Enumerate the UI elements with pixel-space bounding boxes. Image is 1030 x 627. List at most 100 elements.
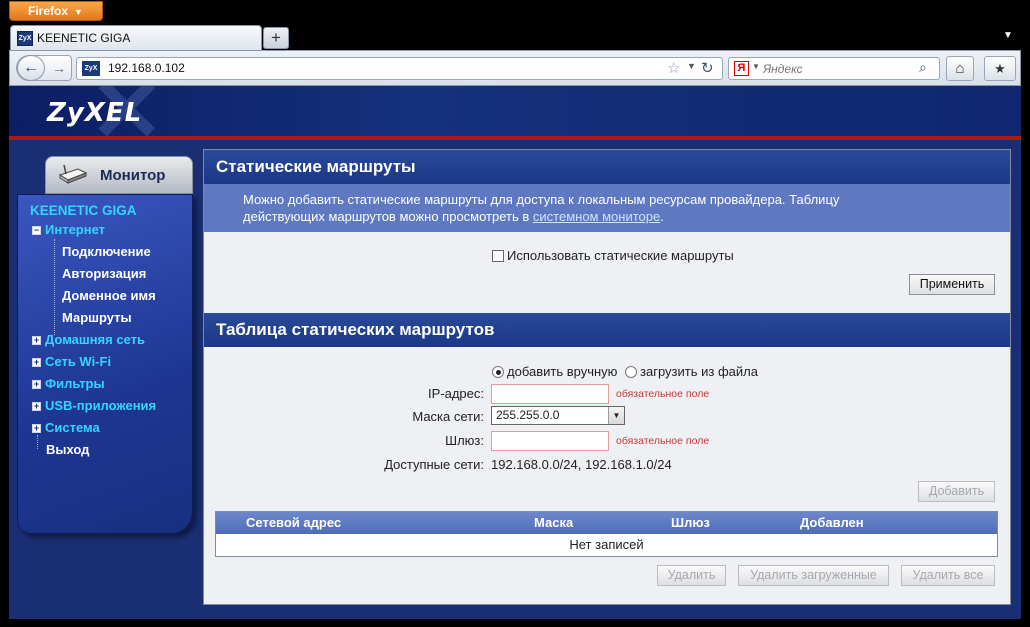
sidebar-item-label: Домашняя сеть — [45, 332, 145, 347]
firefox-menu-label: Firefox — [28, 4, 69, 18]
info-text: действующих маршрутов можно просмотреть … — [243, 209, 533, 224]
subnet-mask-label: Маска сети: — [412, 409, 484, 424]
expand-icon[interactable]: + — [32, 336, 41, 345]
sidebar-item-label: Фильтры — [45, 376, 105, 391]
search-input[interactable] — [763, 60, 913, 77]
star-icon[interactable]: ☆ — [667, 59, 680, 77]
sidebar-item-wifi[interactable]: + Сеть Wi-Fi — [32, 354, 111, 369]
sidebar: KEENETIC GIGA − Интернет Подключение Авто… — [17, 194, 193, 534]
reload-icon[interactable]: ↻ — [701, 58, 714, 79]
subnet-mask-select[interactable]: 255.255.0.0 ▼ — [491, 406, 625, 425]
table-header: Сетевой адрес Маска Шлюз Добавлен — [216, 512, 997, 534]
chevron-down-icon: ▼ — [74, 7, 83, 17]
static-routes-info: Можно добавить статические маршруты для … — [204, 184, 1010, 232]
url-text[interactable]: 192.168.0.102 — [108, 58, 185, 79]
sidebar-item-internet[interactable]: − Интернет — [32, 222, 105, 237]
favicon: ZyX — [17, 31, 33, 46]
radio-file[interactable]: загрузить из файла — [625, 364, 758, 379]
sidebar-item-filters[interactable]: + Фильтры — [32, 376, 105, 391]
sidebar-item-home-network[interactable]: + Домашняя сеть — [32, 332, 145, 347]
apply-button[interactable]: Применить — [909, 274, 995, 295]
expand-icon[interactable]: + — [32, 402, 41, 411]
radio-manual[interactable]: добавить вручную — [492, 364, 617, 379]
chevron-down-icon[interactable]: ▼ — [608, 407, 624, 424]
sidebar-item-connection[interactable]: Подключение — [62, 244, 151, 259]
radio-manual-label[interactable]: добавить вручную — [507, 364, 617, 379]
section-title-static-routes: Статические маршруты — [204, 150, 1010, 184]
radio-file-button[interactable] — [625, 366, 638, 378]
monitor-tab-label: Монитор — [100, 167, 166, 184]
expand-icon[interactable]: + — [32, 424, 41, 433]
search-bar[interactable]: Я ▼ ⌕ — [728, 57, 940, 80]
use-static-routes-checkbox[interactable] — [492, 250, 504, 262]
gateway-label: Шлюз: — [445, 433, 484, 448]
bookmarks-icon[interactable]: ★ — [984, 56, 1016, 81]
tab-title: KEENETIC GIGA — [37, 31, 131, 45]
tree-connector — [37, 435, 38, 449]
main-content: Статические маршруты Можно добавить стат… — [203, 149, 1011, 605]
url-bar[interactable]: ZyX 192.168.0.102 ☆ ▼ ↻ — [76, 57, 723, 80]
yandex-icon[interactable]: Я — [734, 61, 749, 76]
tree-connector — [54, 239, 55, 335]
radio-file-label[interactable]: загрузить из файла — [640, 364, 758, 379]
gateway-input[interactable] — [491, 431, 609, 451]
sidebar-item-usb-apps[interactable]: + USB-приложения — [32, 398, 156, 413]
sidebar-item-label: Интернет — [45, 222, 106, 237]
available-networks-label: Доступные сети: — [384, 457, 484, 472]
delete-button[interactable]: Удалить — [657, 565, 726, 586]
table-empty-row: Нет записей — [569, 537, 644, 552]
monitor-tab[interactable]: Монитор — [45, 156, 193, 194]
gateway-required-hint: обязательное поле — [616, 435, 710, 447]
routes-table: Сетевой адрес Маска Шлюз Добавлен Нет за… — [215, 511, 998, 557]
radio-manual-button[interactable] — [492, 366, 504, 378]
expand-icon[interactable]: + — [32, 380, 41, 389]
ip-address-input[interactable] — [491, 384, 609, 404]
sidebar-item-routes[interactable]: Маршруты — [62, 310, 132, 325]
sidebar-item-authorization[interactable]: Авторизация — [62, 266, 146, 281]
tabs-list-icon[interactable]: ▼ — [1000, 28, 1016, 44]
browser-tab[interactable]: ZyX KEENETIC GIGA — [10, 25, 262, 51]
history-dropdown-icon[interactable]: ▼ — [687, 61, 696, 71]
back-forward-group: ← → — [16, 55, 72, 81]
info-line-1: Можно добавить статические маршруты для … — [243, 192, 840, 207]
info-suffix: . — [660, 209, 664, 224]
header-banner: ✕ ZyXEL — [9, 86, 1021, 156]
navigation-toolbar: ← → ZyX 192.168.0.102 ☆ ▼ ↻ Я ▼ ⌕ ⌂ ★ — [9, 50, 1021, 86]
section-title-route-table: Таблица статических маршрутов — [204, 313, 1010, 347]
subnet-mask-value: 255.255.0.0 — [496, 408, 560, 422]
column-gateway: Шлюз — [671, 515, 710, 530]
back-icon[interactable]: ← — [17, 55, 45, 81]
device-name[interactable]: KEENETIC GIGA — [30, 203, 137, 218]
add-button[interactable]: Добавить — [918, 481, 995, 502]
delete-all-button[interactable]: Удалить все — [901, 565, 995, 586]
delete-loaded-button[interactable]: Удалить загруженные — [738, 565, 889, 586]
collapse-icon[interactable]: − — [32, 226, 41, 235]
sidebar-item-domain-name[interactable]: Доменное имя — [62, 288, 156, 303]
ip-required-hint: обязательное поле — [616, 388, 710, 400]
checkbox-label[interactable]: Использовать статические маршруты — [507, 248, 734, 263]
available-networks-value: 192.168.0.0/24, 192.168.1.0/24 — [491, 457, 672, 472]
add-mode-radios: добавить вручную загрузить из файла — [492, 364, 758, 379]
zyxel-logo: ZyXEL — [47, 98, 143, 128]
browser-window: Firefox ▼ ZyX KEENETIC GIGA + ▼ ← → ZyX 1… — [0, 0, 1030, 627]
home-icon[interactable]: ⌂ — [946, 56, 974, 81]
sidebar-item-logout[interactable]: Выход — [46, 442, 89, 457]
sidebar-item-label: USB-приложения — [45, 398, 157, 413]
sidebar-item-system[interactable]: + Система — [32, 420, 100, 435]
use-static-routes-row[interactable]: Использовать статические маршруты — [492, 248, 734, 263]
firefox-menu-button[interactable]: Firefox ▼ — [9, 1, 103, 21]
router-admin-page: ✕ ZyXEL Монитор KEENETIC GIGA − Интернет … — [9, 86, 1021, 619]
search-icon[interactable]: ⌕ — [919, 59, 927, 76]
forward-icon[interactable]: → — [48, 56, 70, 80]
expand-icon[interactable]: + — [32, 358, 41, 367]
new-tab-icon[interactable]: + — [263, 27, 289, 49]
site-identity-icon[interactable]: ZyX — [82, 61, 100, 76]
info-line-2: действующих маршрутов можно просмотреть … — [243, 208, 1010, 225]
sidebar-item-label: Система — [45, 420, 100, 435]
sidebar-item-label: Сеть Wi-Fi — [45, 354, 112, 369]
column-mask: Маска — [534, 515, 574, 530]
system-monitor-link[interactable]: системном мониторе — [533, 209, 660, 224]
ip-address-label: IP-адрес: — [428, 386, 484, 401]
search-engine-dropdown-icon[interactable]: ▼ — [752, 62, 760, 71]
column-network-address: Сетевой адрес — [246, 515, 342, 530]
